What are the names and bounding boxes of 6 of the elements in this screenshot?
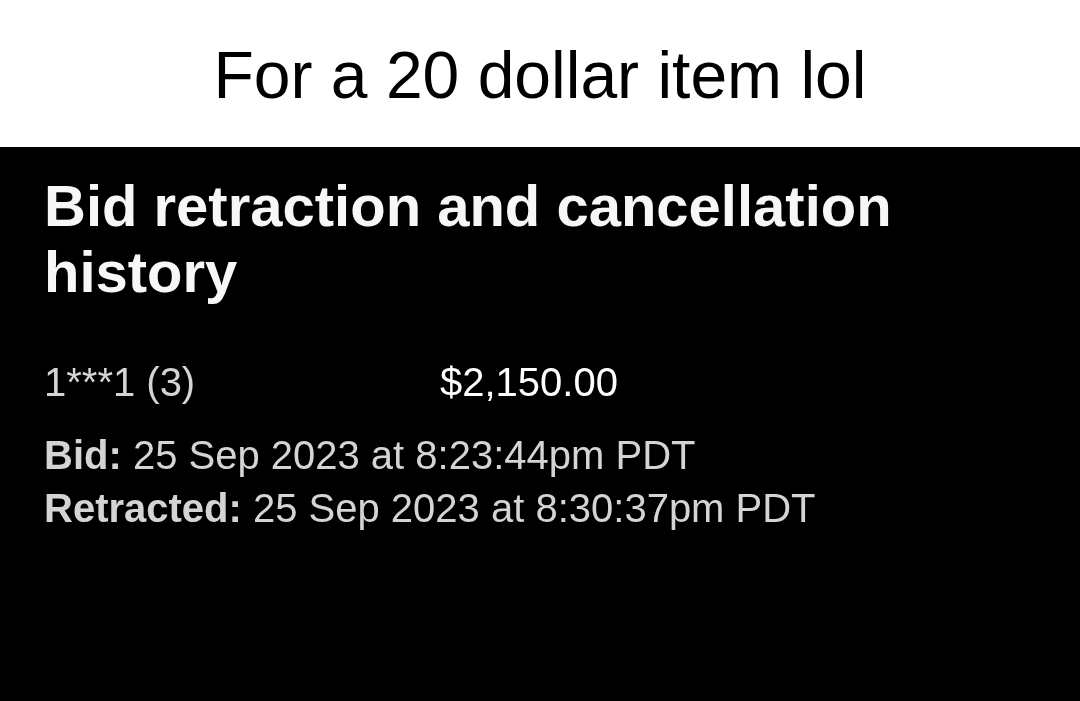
- bid-amount: $2,150.00: [440, 359, 618, 406]
- panel-title: Bid retraction and cancellation history: [44, 173, 893, 305]
- caption-text: For a 20 dollar item lol: [213, 37, 867, 112]
- bid-detail: Bid: 25 Sep 2023 at 8:23:44pm PDT: [44, 432, 696, 479]
- bid-detail: Retracted: 25 Sep 2023 at 8:30:37pm PDT: [44, 485, 816, 532]
- bidder-id: 1***1 (3): [44, 359, 197, 406]
